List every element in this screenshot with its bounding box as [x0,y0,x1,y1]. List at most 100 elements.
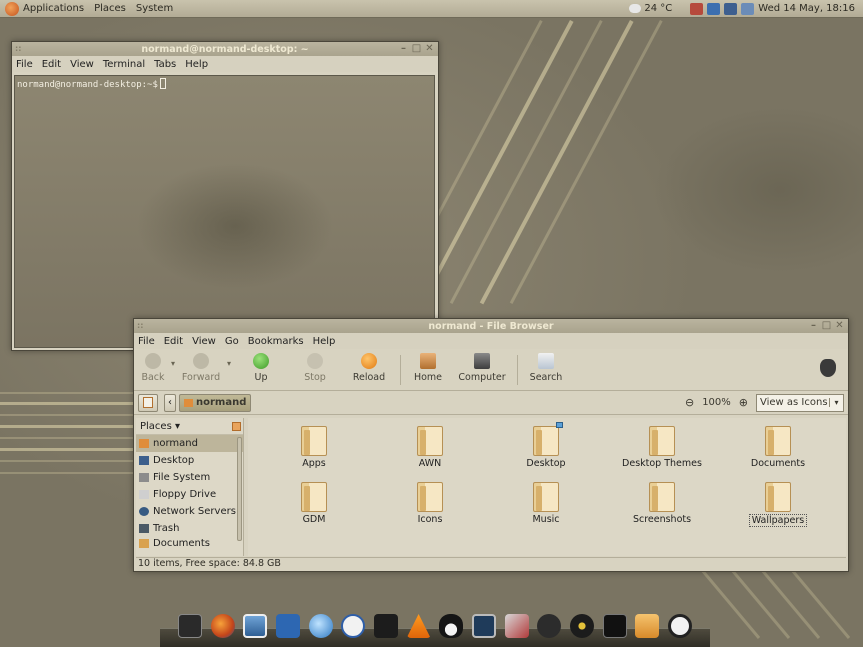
gnome-foot-icon[interactable] [5,1,19,16]
weather-temperature[interactable]: 24 °C [644,3,672,14]
menu-edit[interactable]: Edit [42,59,61,70]
sidebar-item-trash[interactable]: Trash [136,520,243,537]
linux-penguin-icon[interactable] [439,614,464,638]
computer-button[interactable]: Computer [451,353,513,383]
menu-file[interactable]: File [16,59,33,70]
menu-terminal[interactable]: Terminal [103,59,145,70]
home-button[interactable]: Home [405,353,451,383]
bluetooth-icon[interactable] [707,2,721,15]
close-sidebar-icon[interactable] [232,421,241,431]
breadcrumb-home[interactable]: normand [179,393,252,412]
folder-item-music[interactable]: Music [496,482,596,525]
chevron-down-icon: ▾ [829,398,843,407]
terminal-titlebar[interactable]: :: normand@normand-desktop: ~ – □ ✕ [12,42,438,56]
close-icon[interactable]: ✕ [424,43,435,54]
weather-icon[interactable] [629,4,642,13]
desktop-icon [139,456,149,465]
up-button[interactable]: Up [234,353,288,383]
sidebar-item-documents[interactable]: Documents [136,537,243,549]
display-icon[interactable] [724,2,738,15]
zoom-level[interactable]: 100% [702,397,731,408]
browser-icon[interactable] [308,614,333,638]
search-icon [538,353,554,369]
menu-system[interactable]: System [136,3,173,14]
terminal-icon[interactable] [178,614,202,638]
folder-item-apps[interactable]: Apps [264,426,364,469]
forward-history-chevron-icon[interactable]: ▾ [224,359,234,368]
sidebar-item-file-system[interactable]: File System [136,469,243,486]
menu-places[interactable]: Places [94,3,126,14]
desktop-emblem-icon [556,422,563,428]
bluetooth-icon[interactable] [341,614,366,638]
sidebar-scrollbar[interactable] [237,437,242,541]
path-left-arrow-button[interactable]: ‹ [164,393,176,412]
menu-edit[interactable]: Edit [164,336,183,347]
menu-bookmarks[interactable]: Bookmarks [248,336,304,347]
sidebar-item-network-servers[interactable]: Network Servers [136,503,243,520]
menu-view[interactable]: View [70,59,94,70]
folder-item-icons[interactable]: Icons [380,482,480,525]
close-icon[interactable]: ✕ [834,320,845,331]
reload-button[interactable]: Reload [342,353,396,383]
folder-label: Music [532,514,560,525]
file-browser-menubar: File Edit View Go Bookmarks Help [134,333,848,349]
menu-applications[interactable]: Applications [23,3,84,14]
minimize-icon[interactable]: – [398,43,409,54]
folder-item-gdm[interactable]: GDM [264,482,364,525]
view-mode-select[interactable]: View as Icons ▾ [756,393,844,412]
folder-item-desktop[interactable]: Desktop [496,422,596,469]
folder-icon [533,482,559,512]
minimize-icon[interactable]: – [808,320,819,331]
folder-item-awn[interactable]: AWN [380,426,480,469]
menu-go[interactable]: Go [225,336,239,347]
word-processor-icon[interactable] [275,614,300,638]
folder-item-documents[interactable]: Documents [728,426,828,469]
menu-view[interactable]: View [192,336,216,347]
forward-button[interactable]: Forward [178,353,224,383]
sidebar-item-normand[interactable]: normand [136,435,243,452]
video-editor-icon[interactable] [373,614,398,638]
documents-icon [139,538,149,548]
menu-file[interactable]: File [138,336,155,347]
firefox-icon[interactable] [210,614,235,638]
terminal-output[interactable]: normand@normand-desktop:~$ [14,75,435,348]
menu-help[interactable]: Help [185,59,208,70]
menu-tabs[interactable]: Tabs [154,59,176,70]
menu-help[interactable]: Help [313,336,336,347]
image-viewer-icon[interactable] [243,614,268,638]
sidebar-item-floppy-drive[interactable]: Floppy Drive [136,486,243,503]
package-manager-icon[interactable] [504,614,529,638]
sidebar-title-select[interactable]: Places ▾ [140,421,180,432]
sidebar-header: Places ▾ [136,418,243,435]
monitor-icon[interactable] [602,614,627,638]
network-icon[interactable] [690,2,704,15]
stop-button[interactable]: Stop [288,353,342,383]
filesystem-icon [139,473,149,482]
webcam-icon[interactable] [537,614,562,638]
media-player-icon[interactable] [569,614,594,638]
search-button[interactable]: Search [522,353,570,383]
sidebar-item-desktop[interactable]: Desktop [136,452,243,469]
clock[interactable]: Wed 14 May, 18:16 [758,3,855,14]
vlc-icon[interactable] [406,614,431,638]
home-folder-icon [139,439,149,448]
computer-label: Computer [458,372,506,383]
mail-icon[interactable] [741,2,755,15]
folder-item-wallpapers[interactable]: Wallpapers [728,482,828,527]
toggle-location-button[interactable] [138,393,158,412]
maximize-icon[interactable]: □ [411,43,422,54]
zoom-in-icon[interactable]: ⊕ [739,396,748,409]
back-history-chevron-icon[interactable]: ▾ [168,359,178,368]
file-browser-titlebar[interactable]: :: normand - File Browser – □ ✕ [134,319,848,333]
zoom-out-icon[interactable]: ⊖ [685,396,694,409]
folder-item-desktop-themes[interactable]: Desktop Themes [612,426,712,469]
stop-icon [307,353,323,369]
power-icon[interactable] [667,614,692,638]
folder-icon-view[interactable]: Apps AWN Desktop Desktop Themes Document… [248,418,846,556]
maximize-icon[interactable]: □ [821,320,832,331]
folder-item-screenshots[interactable]: Screenshots [612,482,712,525]
file-manager-icon[interactable] [635,614,660,638]
sidebar-item-label: Trash [153,523,180,534]
back-button[interactable]: Back [138,353,168,383]
system-monitor-icon[interactable] [471,614,496,638]
